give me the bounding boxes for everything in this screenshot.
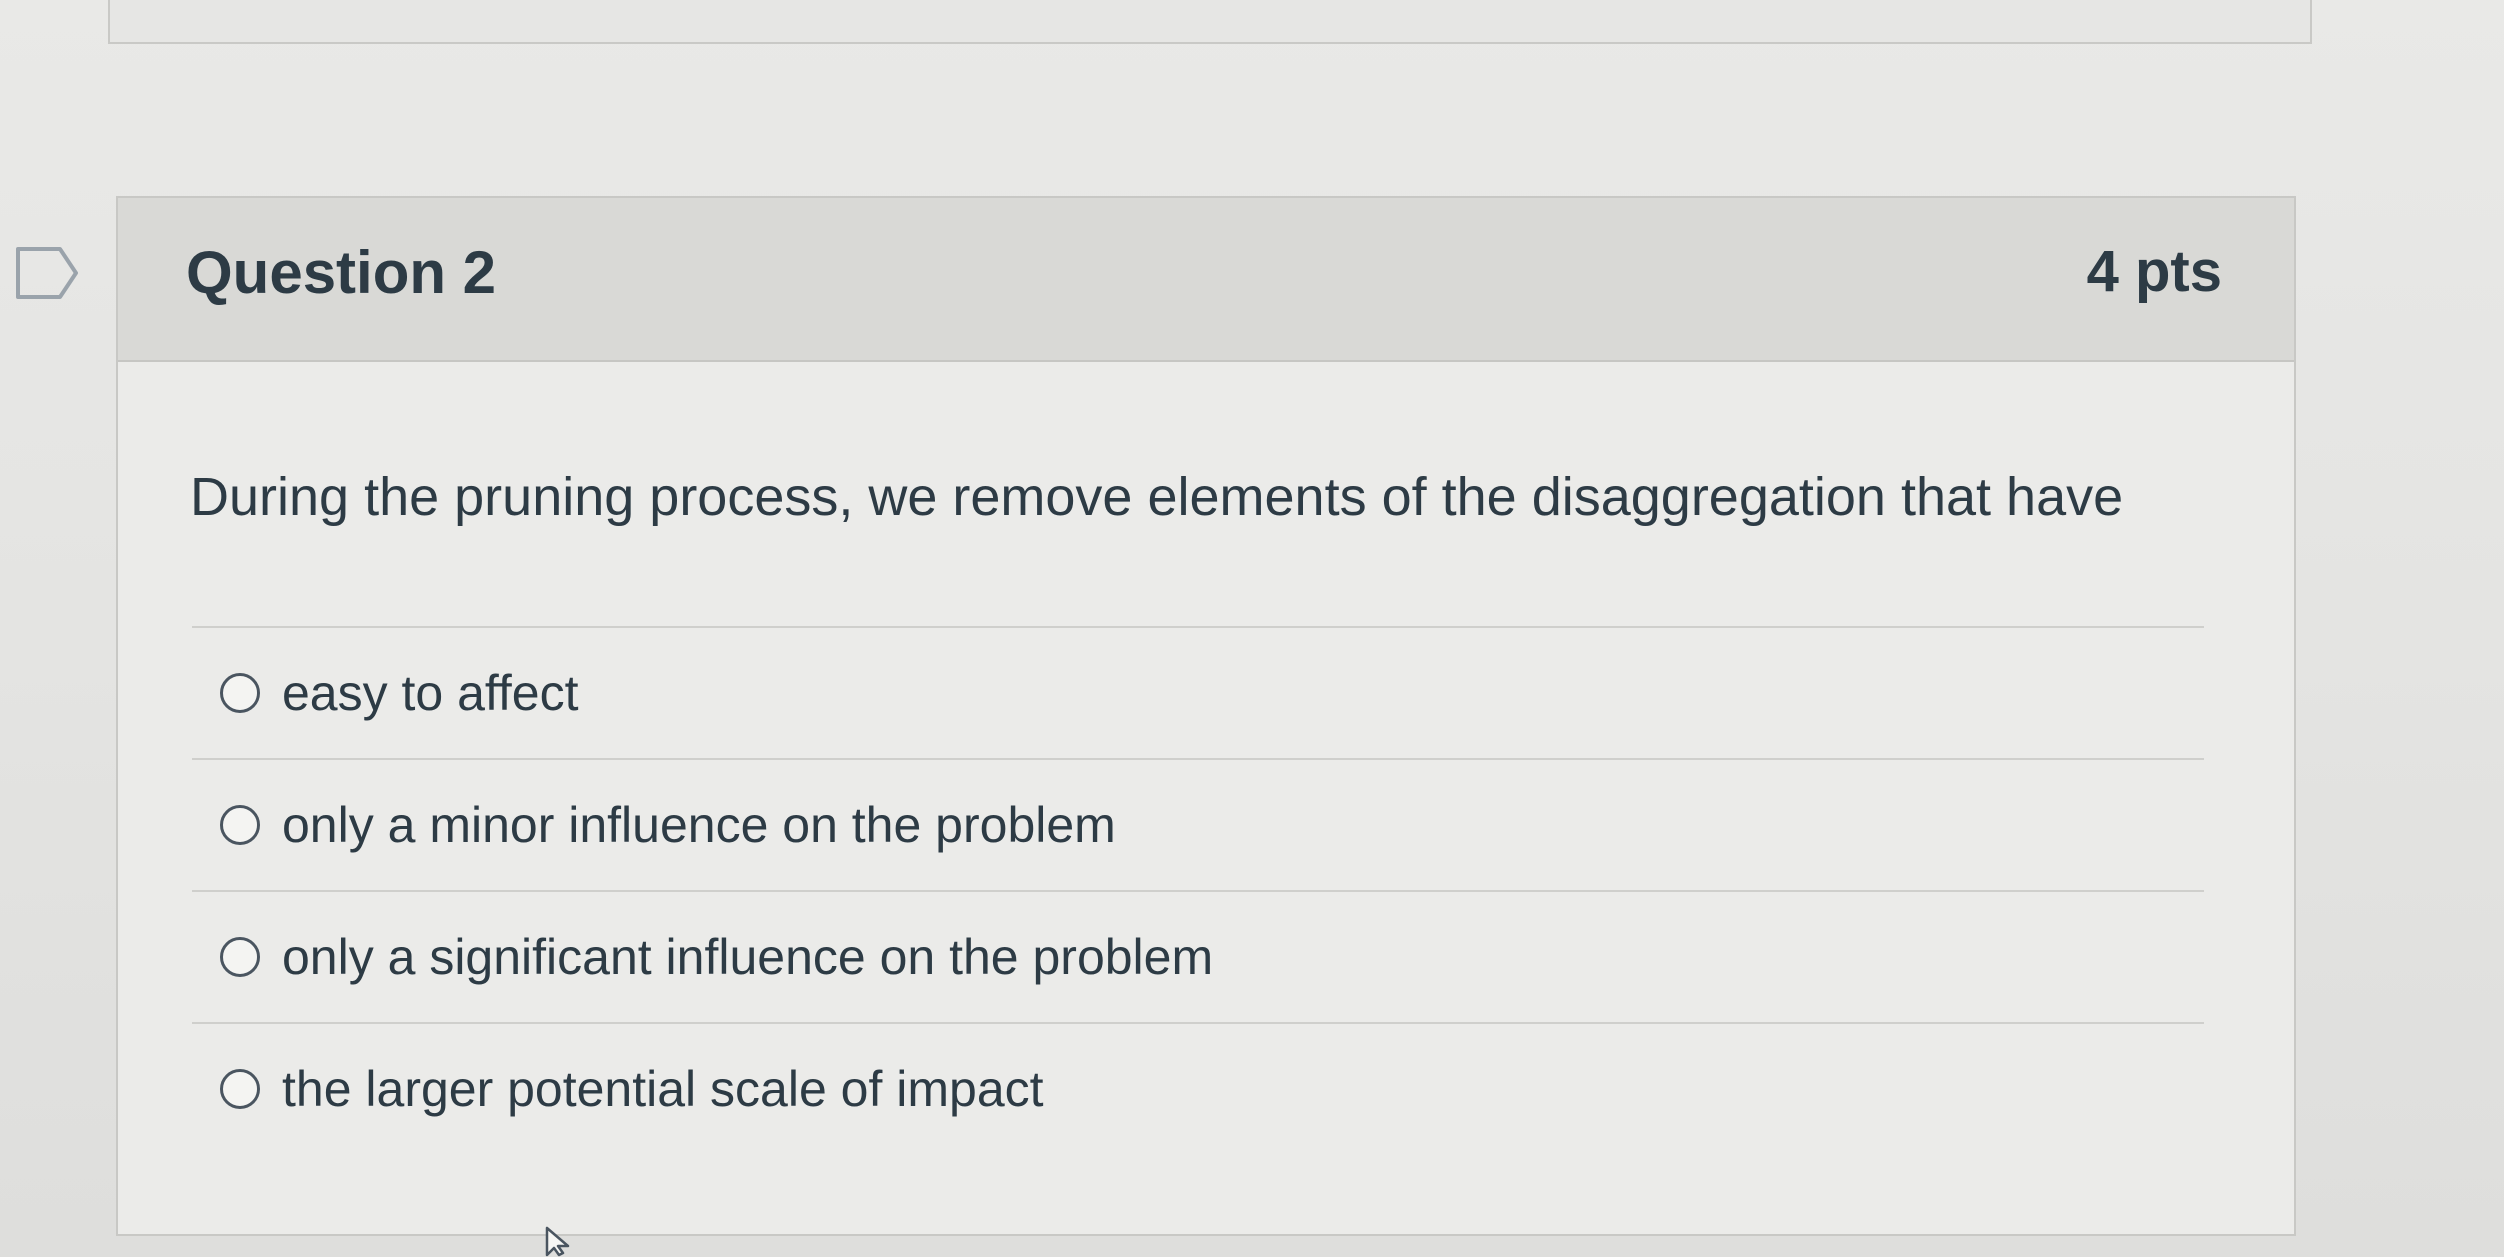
question-header: Question 2 4 pts bbox=[118, 198, 2294, 362]
answer-label[interactable]: the larger potential scale of impact bbox=[282, 1060, 1044, 1118]
previous-question-card bbox=[108, 0, 2312, 44]
question-points: 4 pts bbox=[2086, 239, 2222, 304]
answer-option[interactable]: easy to affect bbox=[192, 626, 2204, 758]
answer-list: easy to affect only a minor influence on… bbox=[192, 626, 2204, 1154]
answer-option[interactable]: the larger potential scale of impact bbox=[192, 1022, 2204, 1154]
answer-label[interactable]: only a minor influence on the problem bbox=[282, 796, 1116, 854]
mouse-pointer-icon bbox=[545, 1226, 570, 1257]
radio-button-icon[interactable] bbox=[220, 1069, 260, 1109]
question-card: Question 2 4 pts During the pruning proc… bbox=[116, 196, 2296, 1236]
answer-label[interactable]: only a significant influence on the prob… bbox=[282, 928, 1213, 986]
answer-label[interactable]: easy to affect bbox=[282, 664, 578, 722]
bookmark-flag-icon[interactable] bbox=[14, 245, 80, 301]
radio-button-icon[interactable] bbox=[220, 673, 260, 713]
question-title: Question 2 bbox=[186, 239, 497, 306]
radio-button-icon[interactable] bbox=[220, 937, 260, 977]
answer-option[interactable]: only a significant influence on the prob… bbox=[192, 890, 2204, 1022]
answer-option[interactable]: only a minor influence on the problem bbox=[192, 758, 2204, 890]
question-text: During the pruning process, we remove el… bbox=[190, 467, 2124, 527]
radio-button-icon[interactable] bbox=[220, 805, 260, 845]
